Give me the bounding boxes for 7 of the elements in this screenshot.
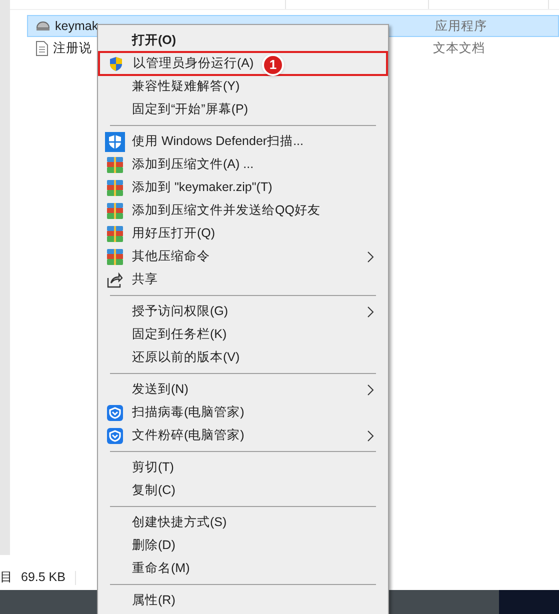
status-text: 目 xyxy=(0,569,13,586)
file-name: 注册说 xyxy=(53,40,92,57)
step-badge: 1 xyxy=(262,54,284,76)
file-type: 应用程序 xyxy=(435,18,487,35)
file-type: 文本文档 xyxy=(433,40,485,57)
status-text: 69.5 KB xyxy=(21,569,66,586)
file-name: keymak xyxy=(55,18,98,35)
